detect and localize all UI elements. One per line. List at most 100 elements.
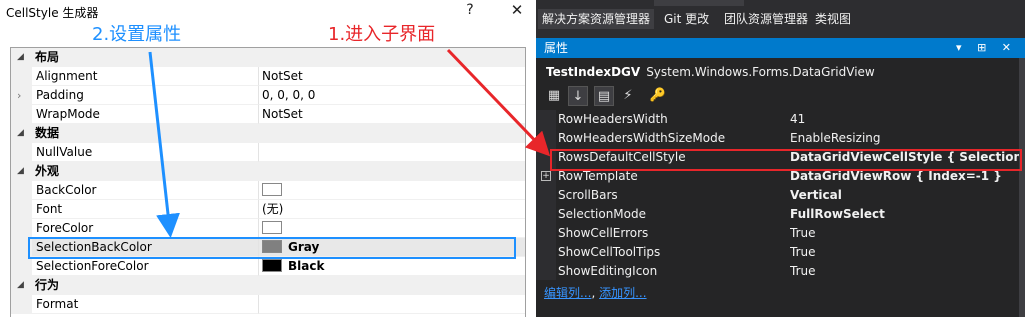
color-swatch — [262, 240, 282, 253]
vs-row-showcelltooltips[interactable]: ShowCellToolTips True — [536, 243, 1025, 262]
properties-title: 属性 — [544, 41, 569, 55]
category-appearance[interactable]: ◢ 外观 — [11, 162, 525, 181]
collapse-icon[interactable]: ◢ — [17, 162, 24, 181]
window-controls[interactable]: ▾ ⊞ ✕ — [956, 38, 1017, 58]
property-value[interactable]: True — [790, 243, 1025, 262]
property-value[interactable] — [259, 295, 525, 314]
annotation-step1: 1.进入子界面 — [328, 24, 436, 45]
property-row-backcolor[interactable]: BackColor — [11, 181, 525, 200]
property-row-format[interactable]: Format — [11, 295, 525, 314]
property-name: SelectionBackColor — [32, 238, 259, 257]
object-selector[interactable]: TestIndexDGV System.Windows.Forms.DataGri… — [546, 62, 875, 82]
categorized-icon[interactable]: ▦ — [544, 86, 564, 106]
cellstyle-builder-dialog: CellStyle 生成器 ? ✕ ◢ 布局 Alignment NotSet … — [0, 0, 536, 317]
property-name: SelectionForeColor — [32, 257, 259, 276]
property-name: BackColor — [32, 181, 259, 200]
panel-scrollbar[interactable] — [1019, 58, 1025, 317]
property-value[interactable]: NotSet — [259, 105, 525, 124]
property-value[interactable]: NotSet — [259, 67, 525, 86]
expand-chevron-icon[interactable]: › — [17, 86, 21, 105]
property-name: SelectionMode — [558, 207, 646, 221]
property-name: Font — [32, 200, 259, 219]
property-value[interactable] — [259, 219, 525, 238]
property-value[interactable]: FullRowSelect — [790, 205, 1025, 224]
category-layout[interactable]: ◢ 布局 — [11, 48, 525, 67]
property-value[interactable]: EnableResizing — [790, 129, 1025, 148]
category-label: 外观 — [35, 164, 60, 178]
property-name: ScrollBars — [558, 188, 618, 202]
category-label: 布局 — [35, 50, 60, 64]
vs-row-rowtemplate[interactable]: + RowTemplate DataGridViewRow { Index=-1… — [536, 167, 1025, 186]
property-value[interactable] — [259, 181, 525, 200]
category-behavior[interactable]: ◢ 行为 — [11, 276, 525, 295]
vs-row-scrollbars[interactable]: ScrollBars Vertical — [536, 186, 1025, 205]
color-swatch — [262, 259, 282, 272]
property-value[interactable]: Black — [259, 257, 525, 276]
vs-row-rowsdefaultcellstyle[interactable]: RowsDefaultCellStyle DataGridViewCellSty… — [536, 148, 1025, 167]
vs-row-rowheaderswidth[interactable]: RowHeadersWidth 41 — [536, 110, 1025, 129]
help-button[interactable]: ? — [462, 2, 478, 20]
property-name: ShowCellErrors — [558, 226, 649, 240]
alphabetical-icon[interactable]: ↓ — [568, 86, 588, 106]
property-name: RowsDefaultCellStyle — [558, 150, 686, 164]
tool-window-tabs: 解决方案资源管理器 Git 更改 团队资源管理器 类视图 — [536, 0, 1025, 38]
edit-columns-link[interactable]: 编辑列... — [544, 286, 591, 300]
vs-row-selectionmode[interactable]: SelectionMode FullRowSelect — [536, 205, 1025, 224]
close-button[interactable]: ✕ — [508, 1, 526, 21]
category-label: 数据 — [35, 126, 60, 140]
properties-icon[interactable]: ▤ — [594, 86, 614, 106]
property-value[interactable] — [259, 143, 525, 162]
property-value[interactable]: DataGridViewCellStyle { SelectionBackCol… — [790, 148, 1025, 167]
object-type: System.Windows.Forms.DataGridView — [646, 65, 875, 79]
property-row-forecolor[interactable]: ForeColor — [11, 219, 525, 238]
tab-git-changes[interactable]: Git 更改 — [660, 9, 713, 29]
property-name: Padding — [32, 86, 259, 105]
collapse-icon[interactable]: ◢ — [17, 124, 24, 143]
property-value[interactable]: True — [790, 224, 1025, 243]
expand-plus-icon[interactable]: + — [541, 171, 551, 181]
property-value[interactable]: 41 — [790, 110, 1025, 129]
collapse-icon[interactable]: ◢ — [17, 276, 24, 295]
property-name: Format — [32, 295, 259, 314]
property-row-wrapmode[interactable]: WrapMode NotSet — [11, 105, 525, 124]
property-row-padding[interactable]: › Padding 0, 0, 0, 0 — [11, 86, 525, 105]
property-value[interactable]: (无) — [259, 200, 525, 219]
property-value[interactable]: Gray — [259, 238, 525, 257]
tab-class-view[interactable]: 类视图 — [811, 9, 855, 29]
property-row-font[interactable]: Font (无) — [11, 200, 525, 219]
properties-header: 属性 ▾ ⊞ ✕ — [536, 38, 1025, 58]
property-value[interactable]: True — [790, 262, 1025, 280]
collapse-icon[interactable]: ◢ — [17, 48, 24, 67]
category-label: 行为 — [35, 278, 60, 292]
add-column-link[interactable]: 添加列... — [599, 286, 646, 300]
property-pages-icon[interactable]: 🔑 — [648, 86, 668, 106]
tab-solution-explorer[interactable]: 解决方案资源管理器 — [538, 9, 655, 29]
property-row-selectionforecolor[interactable]: SelectionForeColor Black — [11, 257, 525, 276]
vs-row-showeditingicon[interactable]: ShowEditingIcon True — [536, 262, 1025, 280]
property-name: RowHeadersWidth — [558, 112, 668, 126]
property-value[interactable]: Vertical — [790, 186, 1025, 205]
vs-row-showcellerrors[interactable]: ShowCellErrors True — [536, 224, 1025, 243]
property-name: RowTemplate — [558, 169, 638, 183]
color-swatch — [262, 221, 282, 234]
property-row-selectionbackcolor[interactable]: SelectionBackColor Gray — [11, 238, 525, 257]
property-row-nullvalue[interactable]: NullValue — [11, 143, 525, 162]
designer-verbs: 编辑列..., 添加列... — [544, 286, 647, 300]
property-value[interactable]: DataGridViewRow { Index=-1 } — [790, 167, 1025, 186]
property-name: NullValue — [32, 143, 259, 162]
tab-team-explorer[interactable]: 团队资源管理器 — [720, 9, 812, 29]
color-swatch — [262, 183, 282, 196]
events-icon[interactable]: ⚡ — [618, 86, 638, 106]
vs-row-rowheaderswidthsizemode[interactable]: RowHeadersWidthSizeMode EnableResizing — [536, 129, 1025, 148]
category-data[interactable]: ◢ 数据 — [11, 124, 525, 143]
property-name: ShowCellToolTips — [558, 245, 661, 259]
property-value[interactable]: 0, 0, 0, 0 — [259, 86, 525, 105]
vs-properties-panel: 解决方案资源管理器 Git 更改 团队资源管理器 类视图 属性 ▾ ⊞ ✕ Te… — [536, 0, 1025, 317]
property-row-alignment[interactable]: Alignment NotSet — [11, 67, 525, 86]
property-name: ShowEditingIcon — [558, 264, 658, 278]
property-name: Alignment — [32, 67, 259, 86]
property-grid: ◢ 布局 Alignment NotSet › Padding 0, 0, 0,… — [10, 47, 526, 317]
object-name: TestIndexDGV — [546, 65, 641, 79]
partial-document-tab — [654, 0, 744, 6]
dialog-title: CellStyle 生成器 — [6, 6, 99, 20]
